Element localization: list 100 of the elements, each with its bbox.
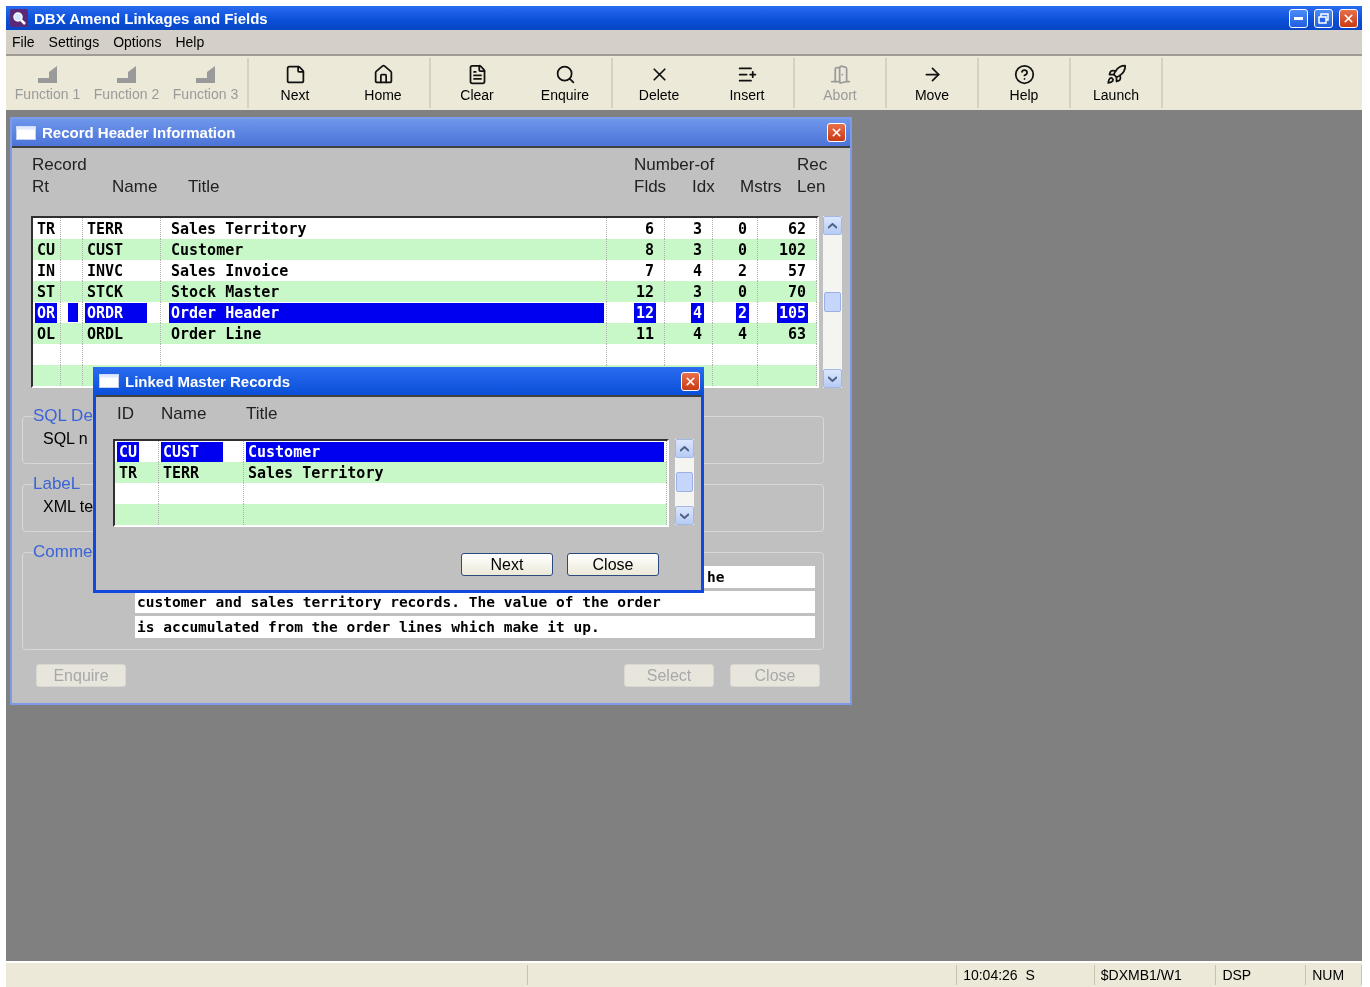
table-cell-text: 0 — [736, 281, 748, 302]
close-button[interactable] — [681, 371, 700, 391]
table-cell-text: 102 — [777, 239, 807, 260]
table-cell: CUST — [161, 441, 223, 462]
table-cell: Customer — [246, 441, 664, 462]
scrollbar[interactable] — [823, 216, 842, 388]
status-text: $DXMB1/W1 — [1100, 967, 1182, 983]
toolbar-button[interactable]: Clear — [433, 58, 521, 108]
menu-item[interactable]: File — [12, 34, 35, 50]
column-header: Name — [111, 176, 159, 198]
menu-item[interactable]: Options — [113, 34, 162, 50]
status-text: DSP — [1222, 967, 1252, 983]
comment-text: he — [707, 569, 725, 585]
table-row[interactable]: OR ORDR Order Header 12 4 2 105 — [33, 302, 817, 323]
toolbar-button[interactable]: Home — [339, 58, 427, 108]
table-cell-text: Sales Invoice — [170, 260, 290, 281]
table-cell-text: 57 — [786, 260, 807, 281]
table-cell-text: 3 — [691, 239, 703, 260]
search-icon — [554, 63, 576, 85]
rocket-icon — [1105, 63, 1127, 85]
comment-text: customer and sales territory records. The value of the order — [137, 594, 661, 610]
selection-marker — [68, 303, 78, 322]
group-label: LabeL — [33, 474, 81, 494]
minimize-icon — [1294, 16, 1303, 20]
step-icon — [194, 64, 217, 84]
table-cell-text: OL — [36, 323, 57, 344]
table-cell-text: 4 — [691, 260, 703, 281]
group-label: Comme — [33, 542, 93, 562]
table-cell-text: 70 — [786, 281, 807, 302]
close-icon — [830, 126, 843, 139]
table-cell-text: 8 — [643, 239, 655, 260]
table-cell-text: ST — [36, 281, 57, 302]
table-cell-text: CU — [36, 239, 57, 260]
step-icon — [36, 64, 59, 84]
table-cell-text: 0 — [736, 218, 748, 239]
table-row[interactable]: TR TERR Sales Territory — [115, 462, 667, 483]
scrollbar[interactable] — [675, 439, 694, 525]
table-cell-text: INVC — [86, 260, 125, 281]
column-header: Len — [796, 176, 827, 198]
toolbar-button[interactable]: Insert — [703, 58, 791, 108]
toolbar-button[interactable]: Delete — [615, 58, 703, 108]
table-row[interactable]: TR TERR Sales Territory 6 3 0 62 — [33, 218, 817, 239]
table-cell-text: Stock Master — [170, 281, 281, 302]
door-icon — [829, 63, 851, 85]
table-row[interactable]: IN INVC Sales Invoice 7 4 2 57 — [33, 260, 817, 281]
column-header: Mstrs — [740, 176, 783, 198]
note-icon — [284, 63, 306, 85]
table-cell-text: 3 — [691, 218, 703, 239]
menu-item[interactable]: Help — [175, 34, 205, 50]
toolbar-button[interactable]: Launch — [1073, 58, 1159, 108]
toolbar-button[interactable]: Enquire — [521, 58, 609, 108]
table-cell-text: TERR — [86, 218, 125, 239]
field-label: SQL n — [43, 430, 88, 448]
table-row[interactable]: CU CUST Customer 8 3 0 102 — [33, 239, 817, 260]
minimize-button[interactable] — [1289, 8, 1308, 28]
scroll-thumb[interactable] — [824, 292, 841, 312]
toolbar-button[interactable]: Move — [889, 58, 975, 108]
column-header: Flds — [634, 176, 668, 198]
table-row[interactable]: ST STCK Stock Master 12 3 0 70 — [33, 281, 817, 302]
menu-item[interactable]: Settings — [48, 34, 100, 50]
table-cell-text: Order Line — [170, 323, 263, 344]
toolbar-button[interactable]: Help — [981, 58, 1067, 108]
app-icon — [10, 9, 28, 27]
step-icon — [115, 64, 138, 84]
table-cell-text: TR — [118, 462, 139, 483]
window-icon — [99, 374, 119, 388]
table-cell-text: Sales Territory — [247, 462, 385, 483]
restore-button[interactable] — [1314, 8, 1333, 28]
column-header: Title — [246, 403, 279, 425]
table-cell-text: 0 — [736, 239, 748, 260]
home-icon — [372, 63, 394, 85]
table-cell-text: CUST — [86, 239, 125, 260]
table-cell-text: Customer — [170, 239, 245, 260]
dialog-button[interactable]: Close — [567, 553, 659, 576]
table-cell-text: 12 — [634, 281, 655, 302]
close-icon — [1342, 11, 1355, 25]
toolbar-button[interactable]: Next — [251, 58, 339, 108]
table-cell-text: STCK — [86, 281, 125, 302]
close-button[interactable] — [827, 123, 846, 142]
table-cell-text: IN — [36, 260, 57, 281]
window-icon — [16, 125, 36, 140]
table-row[interactable]: OL ORDL Order Line 11 4 4 63 — [33, 323, 817, 344]
table-cell-text: 11 — [634, 323, 655, 344]
column-group-header: Record — [32, 154, 88, 176]
column-header: Idx — [692, 176, 716, 198]
table-cell-text: ORDL — [86, 323, 125, 344]
comment-text: is accumulated from the order lines which make it up. — [137, 619, 600, 635]
close-button[interactable] — [1339, 8, 1358, 28]
table-cell-text: TR — [36, 218, 57, 239]
table-cell-text: 6 — [643, 218, 655, 239]
table-cell-text: 2 — [736, 260, 748, 281]
table-cell-text: 3 — [691, 281, 703, 302]
table-row[interactable]: CU CUST Customer — [115, 441, 667, 462]
column-header: Rt — [32, 176, 50, 198]
column-group-header: Number-of — [634, 154, 716, 176]
status-text: 10:04:26 S — [963, 967, 1035, 983]
dialog-title: Linked Master Records — [125, 372, 292, 390]
scroll-thumb[interactable] — [676, 472, 693, 492]
column-header: Title — [188, 176, 221, 198]
dialog-button[interactable]: Next — [461, 553, 553, 576]
